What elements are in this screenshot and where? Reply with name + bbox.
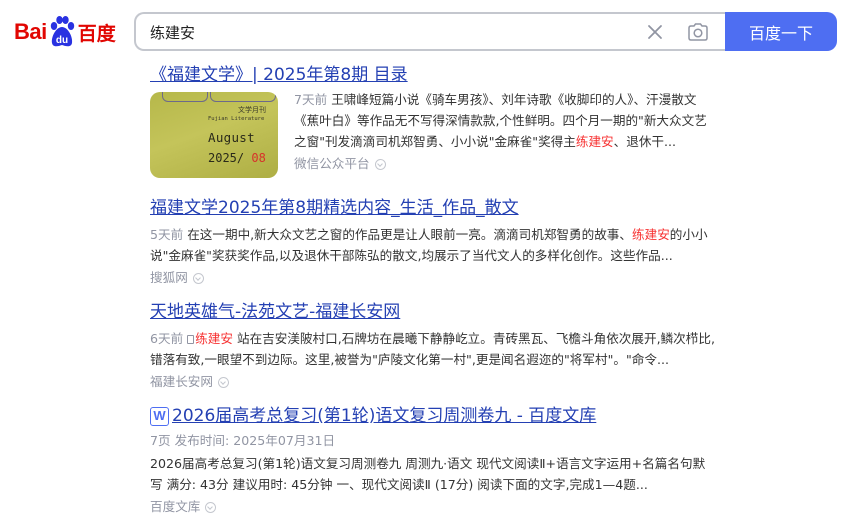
source-arrow-icon (374, 158, 386, 170)
doc-icon (187, 335, 195, 344)
search-header: Bai du 百度 百度一下 (0, 0, 847, 62)
source-arrow-icon (217, 376, 229, 388)
logo-bai-text: Bai (14, 19, 47, 44)
magazine-cover-image[interactable]: 文学月刊 Fujian Literature August 2025/ 08 (150, 92, 278, 178)
result-source[interactable]: 微信公众平台 (294, 155, 715, 173)
result-title-link[interactable]: W 2026届高考总复习(第1轮)语文复习周测卷九 - 百度文库 (150, 405, 715, 427)
result-title-link[interactable]: 福建文学2025年第8期精选内容_生活_作品_散文 (150, 197, 715, 219)
result-item: 福建文学2025年第8期精选内容_生活_作品_散文 5天前 在这一期中,新大众文艺… (150, 197, 715, 287)
cover-year-text: 2025/ 08 (208, 151, 266, 165)
result-abstract: 6天前 练建安 站在吉安渼陂村口,石牌坊在晨曦下静静屹立。青砖黑瓦、飞檐斗角依次展… (150, 331, 715, 367)
search-input[interactable] (150, 21, 620, 43)
result-abstract: 5天前 在这一期中,新大众文艺之窗的作品更是让人眼前一亮。滴滴司机郑智勇的故事、练… (150, 227, 708, 263)
source-arrow-icon (205, 501, 217, 513)
cover-month-text: August (208, 130, 255, 145)
result-abstract: 2026届高考总复习(第1轮)语文复习周测卷九 周测九·语文 现代文阅读Ⅱ+语言… (150, 456, 706, 492)
cover-cn-text: 文学月刊 (238, 106, 266, 114)
clear-icon[interactable] (645, 22, 665, 42)
logo-du-text: du (56, 35, 68, 46)
search-button[interactable]: 百度一下 (725, 12, 837, 51)
source-arrow-icon (192, 272, 204, 284)
camera-icon[interactable] (687, 22, 709, 42)
result-item: 《福建文学》| 2025年第8期 目录 文学月刊 Fujian Literatu… (150, 64, 715, 178)
result-source[interactable]: 百度文库 (150, 498, 715, 516)
result-title-link[interactable]: 天地英雄气-法苑文艺-福建长安网 (150, 301, 715, 323)
result-source[interactable]: 福建长安网 (150, 373, 715, 391)
logo-cn-text: 百度 (77, 22, 116, 45)
result-abstract: 7天前 王啸峰短篇小说《骑车男孩》、刘年诗歌《收脚印的人》、汗漫散文《蕉叶白》等作… (294, 92, 707, 149)
baidu-logo[interactable]: Bai du 百度 (14, 12, 122, 52)
result-item: 天地英雄气-法苑文艺-福建长安网 6天前 练建安 站在吉安渼陂村口,石牌坊在晨曦下… (150, 301, 715, 391)
result-item: W 2026届高考总复习(第1轮)语文复习周测卷九 - 百度文库 7页 发布时间:… (150, 405, 715, 516)
cover-tab-decoration (150, 92, 278, 104)
result-meta: 7页 发布时间: 2025年07月31日 (150, 433, 336, 448)
paw-logo-icon: du (48, 15, 76, 49)
result-source[interactable]: 搜狐网 (150, 269, 715, 287)
search-box (134, 12, 728, 51)
cover-en-text: Fujian Literature (208, 116, 265, 122)
result-title-link[interactable]: 《福建文学》| 2025年第8期 目录 (150, 64, 715, 86)
wenku-doc-icon: W (150, 407, 169, 426)
